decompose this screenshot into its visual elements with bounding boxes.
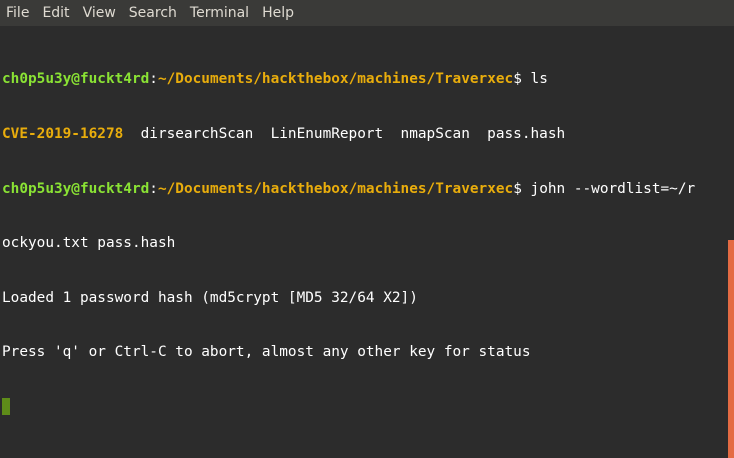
menu-search[interactable]: Search [123, 0, 184, 26]
prompt-dollar: $ [513, 71, 531, 88]
menu-terminal[interactable]: Terminal [184, 0, 256, 26]
prompt-line-1: ch0p5u3y@fuckt4rd:~/Documents/hackthebox… [2, 70, 728, 88]
john-output-loaded: Loaded 1 password hash (md5crypt [MD5 32… [2, 289, 418, 306]
cursor-line [2, 397, 728, 416]
prompt-dollar: $ [513, 180, 531, 197]
command-john-part2: ockyou.txt pass.hash [2, 235, 176, 252]
prompt-line-2: ch0p5u3y@fuckt4rd:~/Documents/hackthebox… [2, 180, 728, 198]
terminal-window: File Edit View Search Terminal Help ch0p… [0, 0, 734, 458]
command-john-wrap-line: ockyou.txt pass.hash [2, 234, 728, 252]
command-john-part1: john --wordlist=~/r [530, 180, 696, 197]
terminal-output[interactable]: ch0p5u3y@fuckt4rd:~/Documents/hackthebox… [0, 26, 728, 458]
scrollbar-thumb[interactable] [728, 240, 734, 458]
john-output-press: Press 'q' or Ctrl-C to abort, almost any… [2, 344, 531, 361]
text-cursor [2, 397, 10, 415]
prompt-colon: : [149, 71, 158, 88]
ls-output-cve: CVE-2019-16278 [2, 126, 124, 142]
prompt-path: ~/Documents/hackthebox/machines/Traverxe… [157, 71, 514, 88]
prompt-user: ch0p5u3y@fuckt4rd [2, 180, 150, 197]
ls-output-rest: dirsearchScan LinEnumReport nmapScan pas… [123, 126, 566, 142]
command-ls: ls [530, 71, 548, 88]
menu-edit[interactable]: Edit [36, 0, 76, 26]
prompt-colon: : [149, 180, 158, 197]
ls-output-line: CVE-2019-16278 dirsearchScan LinEnumRepo… [2, 125, 728, 143]
prompt-path: ~/Documents/hackthebox/machines/Traverxe… [157, 180, 514, 197]
menu-view[interactable]: View [77, 0, 123, 26]
menu-file[interactable]: File [0, 0, 36, 26]
menu-help[interactable]: Help [256, 0, 301, 26]
menubar: File Edit View Search Terminal Help [0, 0, 734, 26]
prompt-user: ch0p5u3y@fuckt4rd [2, 71, 150, 88]
